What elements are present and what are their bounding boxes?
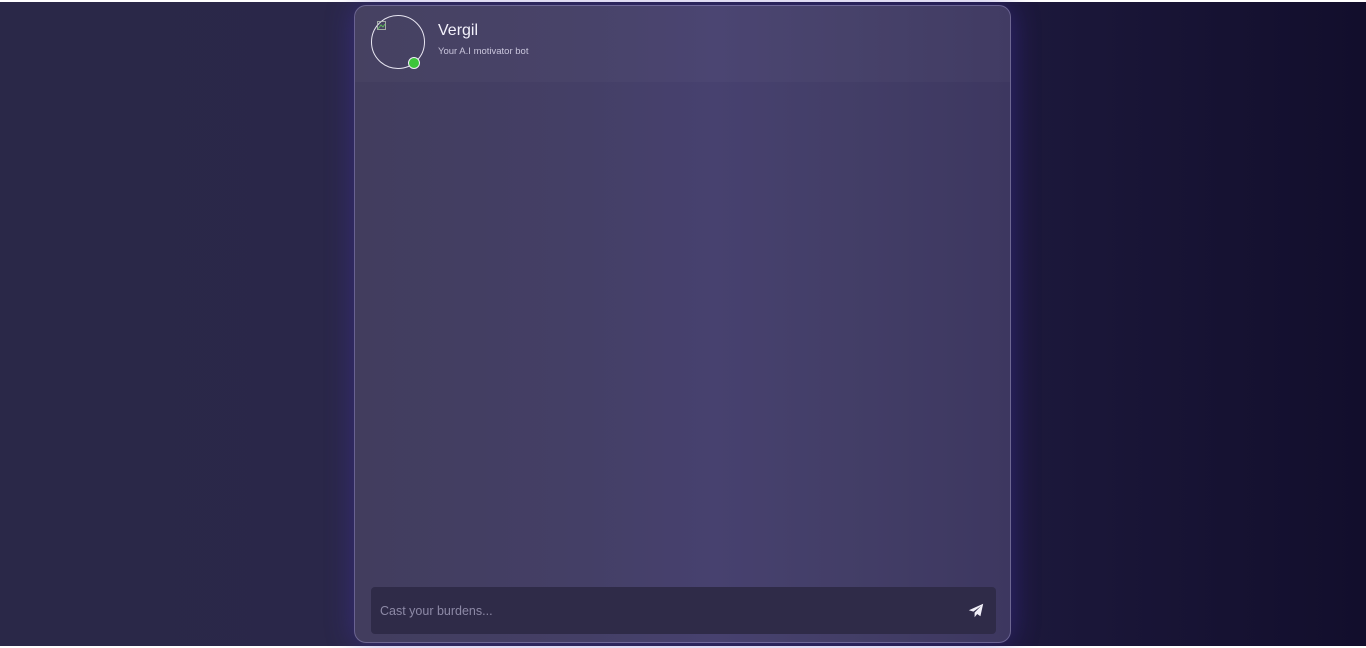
chat-header: Vergil Your A.I motivator bot bbox=[355, 6, 1010, 82]
composer-bar bbox=[371, 587, 996, 634]
paper-plane-icon bbox=[968, 603, 984, 618]
send-button[interactable] bbox=[964, 599, 988, 623]
bot-name: Vergil bbox=[438, 22, 479, 39]
chat-window: Vergil Your A.I motivator bot bbox=[354, 5, 1011, 643]
message-input[interactable] bbox=[371, 587, 951, 634]
bot-subtitle: Your A.I motivator bot bbox=[438, 46, 529, 57]
broken-image-icon bbox=[377, 21, 386, 30]
online-status-dot bbox=[408, 57, 420, 69]
messages-area[interactable] bbox=[355, 82, 1010, 582]
